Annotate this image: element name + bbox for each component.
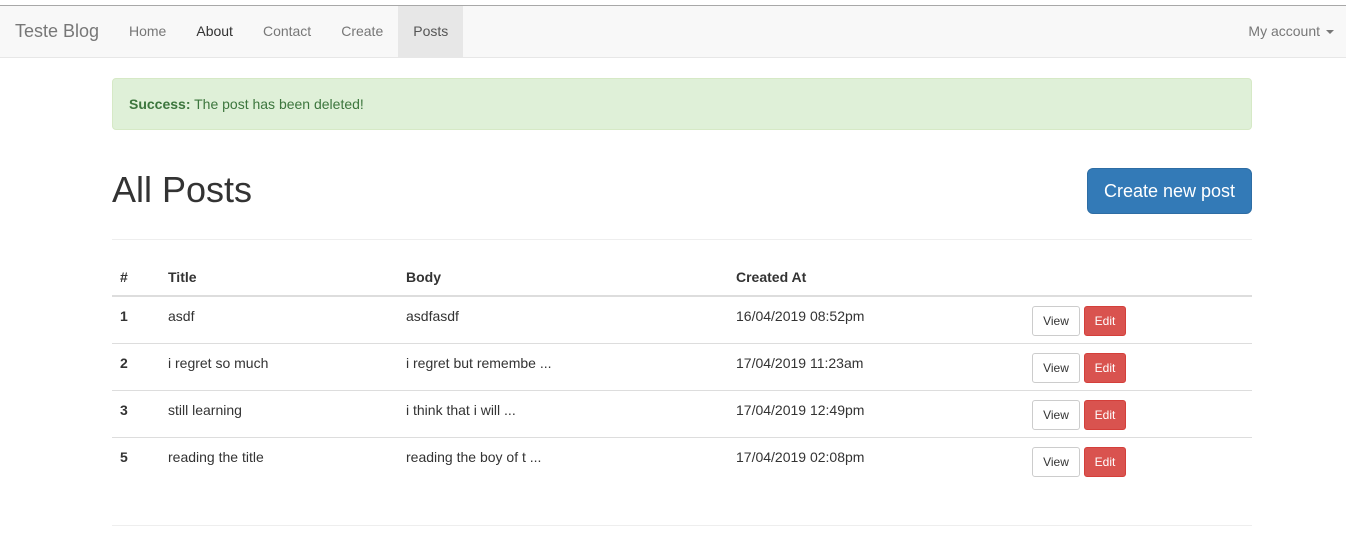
edit-button[interactable]: Edit: [1084, 306, 1126, 336]
caret-down-icon: [1326, 29, 1334, 34]
edit-button[interactable]: Edit: [1084, 447, 1126, 477]
success-alert: Success: The post has been deleted!: [112, 78, 1252, 130]
table-row: 2 i regret so much i regret but remembe …: [112, 344, 1252, 391]
alert-message: The post has been deleted!: [190, 96, 364, 112]
navbar: Teste Blog Home About Contact Create Pos…: [0, 6, 1346, 58]
nav-item-about[interactable]: About: [181, 6, 248, 57]
cell-created-at: 17/04/2019 11:23am: [736, 355, 864, 371]
cell-body: reading the boy of t ...: [406, 449, 542, 465]
posts-table: # Title Body Created At 1 asdf asdfasdf …: [112, 258, 1252, 485]
nav-item-posts[interactable]: Posts: [398, 6, 464, 57]
cell-title: asdf: [168, 308, 195, 324]
view-button[interactable]: View: [1032, 306, 1080, 336]
nav-item-create[interactable]: Create: [326, 6, 398, 57]
nav-item-home[interactable]: Home: [114, 6, 181, 57]
table-row: 5 reading the title reading the boy of t…: [112, 438, 1252, 485]
edit-button[interactable]: Edit: [1084, 353, 1126, 383]
navbar-brand[interactable]: Teste Blog: [15, 6, 99, 57]
cell-created-at: 17/04/2019 02:08pm: [736, 449, 865, 465]
row-actions: View Edit: [1032, 306, 1126, 336]
view-button[interactable]: View: [1032, 353, 1080, 383]
footer-divider: [112, 525, 1252, 526]
table-row: 3 still learning i think that i will ...…: [112, 391, 1252, 438]
nav-menu: Home About Contact Create Posts: [114, 6, 464, 57]
cell-id: 1: [120, 308, 128, 324]
create-new-post-button[interactable]: Create new post: [1087, 168, 1252, 214]
cell-title: reading the title: [168, 449, 264, 465]
edit-button[interactable]: Edit: [1084, 400, 1126, 430]
my-account-label: My account: [1248, 23, 1320, 39]
cell-body: i think that i will ...: [406, 402, 516, 418]
header-title: Title: [168, 269, 197, 285]
view-button[interactable]: View: [1032, 400, 1080, 430]
cell-title: still learning: [168, 402, 242, 418]
row-actions: View Edit: [1032, 353, 1126, 383]
cell-created-at: 16/04/2019 08:52pm: [736, 308, 865, 324]
cell-id: 5: [120, 449, 128, 465]
header-body: Body: [406, 269, 441, 285]
divider: [112, 239, 1252, 240]
cell-body: asdfasdf: [406, 308, 459, 324]
nav-item-contact[interactable]: Contact: [248, 6, 326, 57]
cell-body: i regret but remembe ...: [406, 355, 552, 371]
view-button[interactable]: View: [1032, 447, 1080, 477]
table-row: 1 asdf asdfasdf 16/04/2019 08:52pm View …: [112, 297, 1252, 344]
cell-created-at: 17/04/2019 12:49pm: [736, 402, 865, 418]
header-created-at: Created At: [736, 269, 807, 285]
row-actions: View Edit: [1032, 447, 1126, 477]
table-header: # Title Body Created At: [112, 258, 1252, 297]
alert-strong-label: Success:: [129, 96, 191, 112]
cell-id: 2: [120, 355, 128, 371]
header-id: #: [120, 269, 128, 285]
page-title: All Posts: [112, 169, 253, 210]
cell-title: i regret so much: [168, 355, 269, 371]
cell-id: 3: [120, 402, 128, 418]
row-actions: View Edit: [1032, 400, 1126, 430]
my-account-dropdown[interactable]: My account: [1248, 6, 1334, 57]
